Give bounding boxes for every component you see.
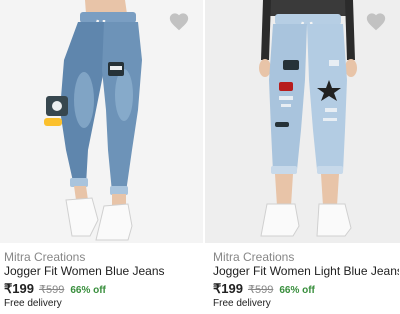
jeans-illustration [259,0,357,237]
product-brand: Mitra Creations [213,250,295,264]
jeans-illustration [44,0,142,241]
product-price: ₹199 [213,281,243,296]
product-card[interactable]: Mitra Creations Jogger Fit Women Light B… [205,0,400,314]
wishlist-heart-icon[interactable] [168,11,190,33]
wishlist-heart-icon[interactable] [365,11,387,33]
product-mrp: ₹599 [247,284,274,296]
product-grid: Mitra Creations Jogger Fit Women Blue Je… [0,0,400,314]
product-card[interactable]: Mitra Creations Jogger Fit Women Blue Je… [0,0,203,314]
product-discount: 66% off [279,285,315,296]
product-mrp: ₹599 [38,284,65,296]
delivery-info: Free delivery [213,298,271,309]
product-brand: Mitra Creations [4,250,86,264]
price-row: ₹199 ₹599 66% off [4,281,106,297]
price-row: ₹199 ₹599 66% off [213,281,315,297]
product-discount: 66% off [70,285,106,296]
product-title[interactable]: Jogger Fit Women Blue Jeans [4,264,165,278]
product-title[interactable]: Jogger Fit Women Light Blue Jeans [213,264,399,278]
product-image[interactable] [0,0,203,243]
product-price: ₹199 [4,281,34,296]
product-image[interactable] [205,0,400,243]
delivery-info: Free delivery [4,298,62,309]
